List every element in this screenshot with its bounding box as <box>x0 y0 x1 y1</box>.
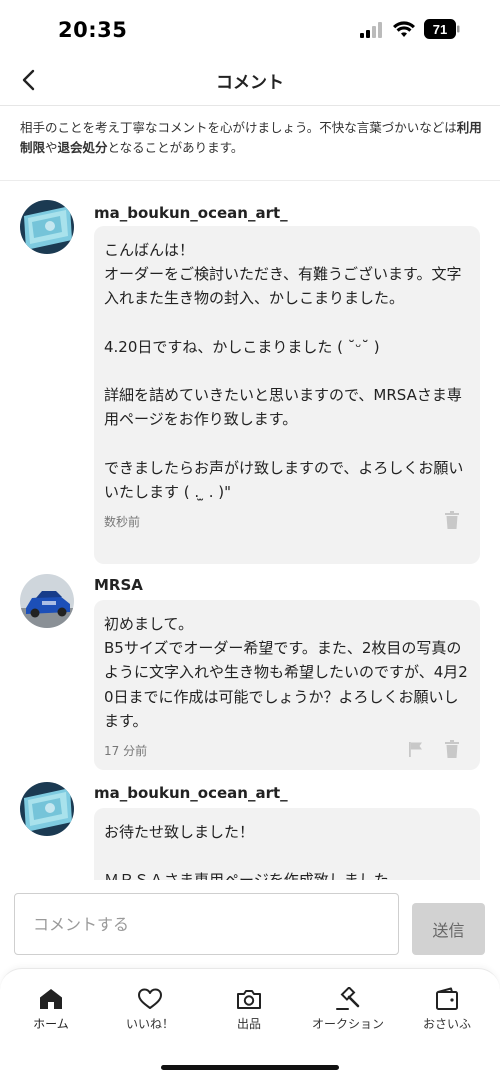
battery-level: 71 <box>433 22 447 37</box>
gavel-icon <box>336 987 360 1010</box>
comment-meta: 数秒前 <box>104 510 468 532</box>
comment-bubble: こんばんは！ オーダーをご検討いただき、有難うございます。文字入れまた生き物の封… <box>94 226 480 564</box>
notice-text-end: となることがあります。 <box>107 140 244 155</box>
wifi-icon <box>393 21 415 37</box>
comment-meta: 17 分前 <box>104 739 468 761</box>
wallet-icon <box>436 987 458 1010</box>
send-button[interactable]: 送信 <box>412 903 485 955</box>
battery-icon: 71 <box>424 19 460 39</box>
comment-username[interactable]: ma_boukun_ocean_art_ <box>94 204 288 222</box>
notice-text-connector: や <box>45 140 58 155</box>
tab-sell[interactable]: 出品 <box>199 987 299 1032</box>
status-bar: 20:35 71 <box>0 0 500 56</box>
report-flag-icon[interactable] <box>408 741 424 758</box>
tab-label: 出品 <box>236 1017 261 1031</box>
notice-text: 相手のことを考え丁寧なコメントを心がけましょう。不快な言葉づかいなどは <box>20 120 457 135</box>
divider <box>0 180 500 181</box>
comment-time: 数秒前 <box>104 515 141 530</box>
tab-label: いいね！ <box>125 1017 174 1031</box>
tab-label: ホーム <box>33 1017 69 1031</box>
header: コメント <box>0 56 500 106</box>
status-time: 20:35 <box>58 18 128 42</box>
bottom-tab-bar: ホーム いいね！ 出品 オークション おさいふ <box>0 968 500 1080</box>
signal-icon <box>360 22 382 38</box>
avatar[interactable] <box>20 574 74 628</box>
tab-home[interactable]: ホーム <box>1 987 101 1032</box>
comment-time: 17 分前 <box>104 744 148 759</box>
page-title: コメント <box>216 73 284 93</box>
avatar[interactable] <box>20 782 74 836</box>
tab-likes[interactable]: いいね！ <box>100 987 200 1032</box>
trash-icon[interactable] <box>444 511 460 530</box>
heart-icon <box>138 988 162 1009</box>
avatar[interactable] <box>20 200 74 254</box>
comment-text: 初めまして。 B5サイズでオーダー希望です。また、2枚目の写真のように文字入れや… <box>104 615 468 730</box>
comment-username[interactable]: ma_boukun_ocean_art_ <box>94 784 288 802</box>
notice-account-suspension: 退会処分 <box>57 140 108 155</box>
tab-auction[interactable]: オークション <box>298 987 398 1032</box>
comment-bubble: 初めまして。 B5サイズでオーダー希望です。また、2枚目の写真のように文字入れや… <box>94 600 480 770</box>
comment-username[interactable]: MRSA <box>94 576 143 594</box>
tab-label: オークション <box>311 1017 384 1031</box>
comment-guideline-notice: 相手のことを考え丁寧なコメントを心がけましょう。不快な言葉づかいなどは利用制限や… <box>20 118 485 158</box>
comment-text: こんばんは！ オーダーをご検討いただき、有難うございます。文字入れまた生き物の封… <box>104 241 464 502</box>
home-icon <box>40 989 62 1009</box>
trash-icon[interactable] <box>444 740 460 759</box>
comment-input[interactable] <box>14 893 399 955</box>
comment-input-area: 送信 <box>0 880 500 970</box>
home-indicator <box>161 1065 339 1070</box>
tab-wallet[interactable]: おさいふ <box>397 987 497 1032</box>
camera-icon <box>237 990 261 1009</box>
tab-label: おさいふ <box>422 1017 471 1031</box>
